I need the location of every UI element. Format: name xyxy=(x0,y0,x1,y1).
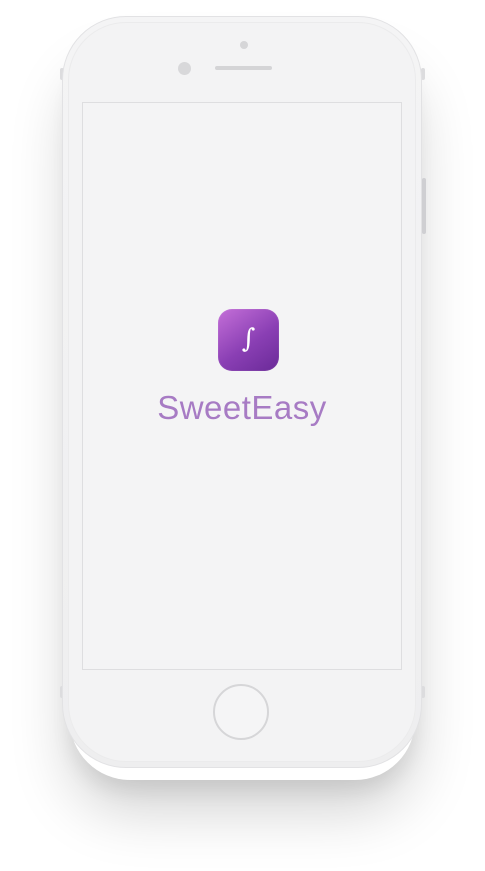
logo-glyph: ∫ xyxy=(241,324,256,354)
earpiece-speaker xyxy=(215,66,272,70)
power-button[interactable] xyxy=(422,178,426,234)
app-name: SweetEasy xyxy=(157,389,327,426)
splash-screen: ∫ SweetEasy xyxy=(82,102,402,670)
proximity-sensor-icon xyxy=(178,62,191,75)
stage: ∫ SweetEasy xyxy=(0,0,485,871)
front-camera-icon xyxy=(240,41,248,49)
home-button[interactable] xyxy=(213,684,269,740)
sweeteasy-logo-icon: ∫ xyxy=(218,309,279,371)
